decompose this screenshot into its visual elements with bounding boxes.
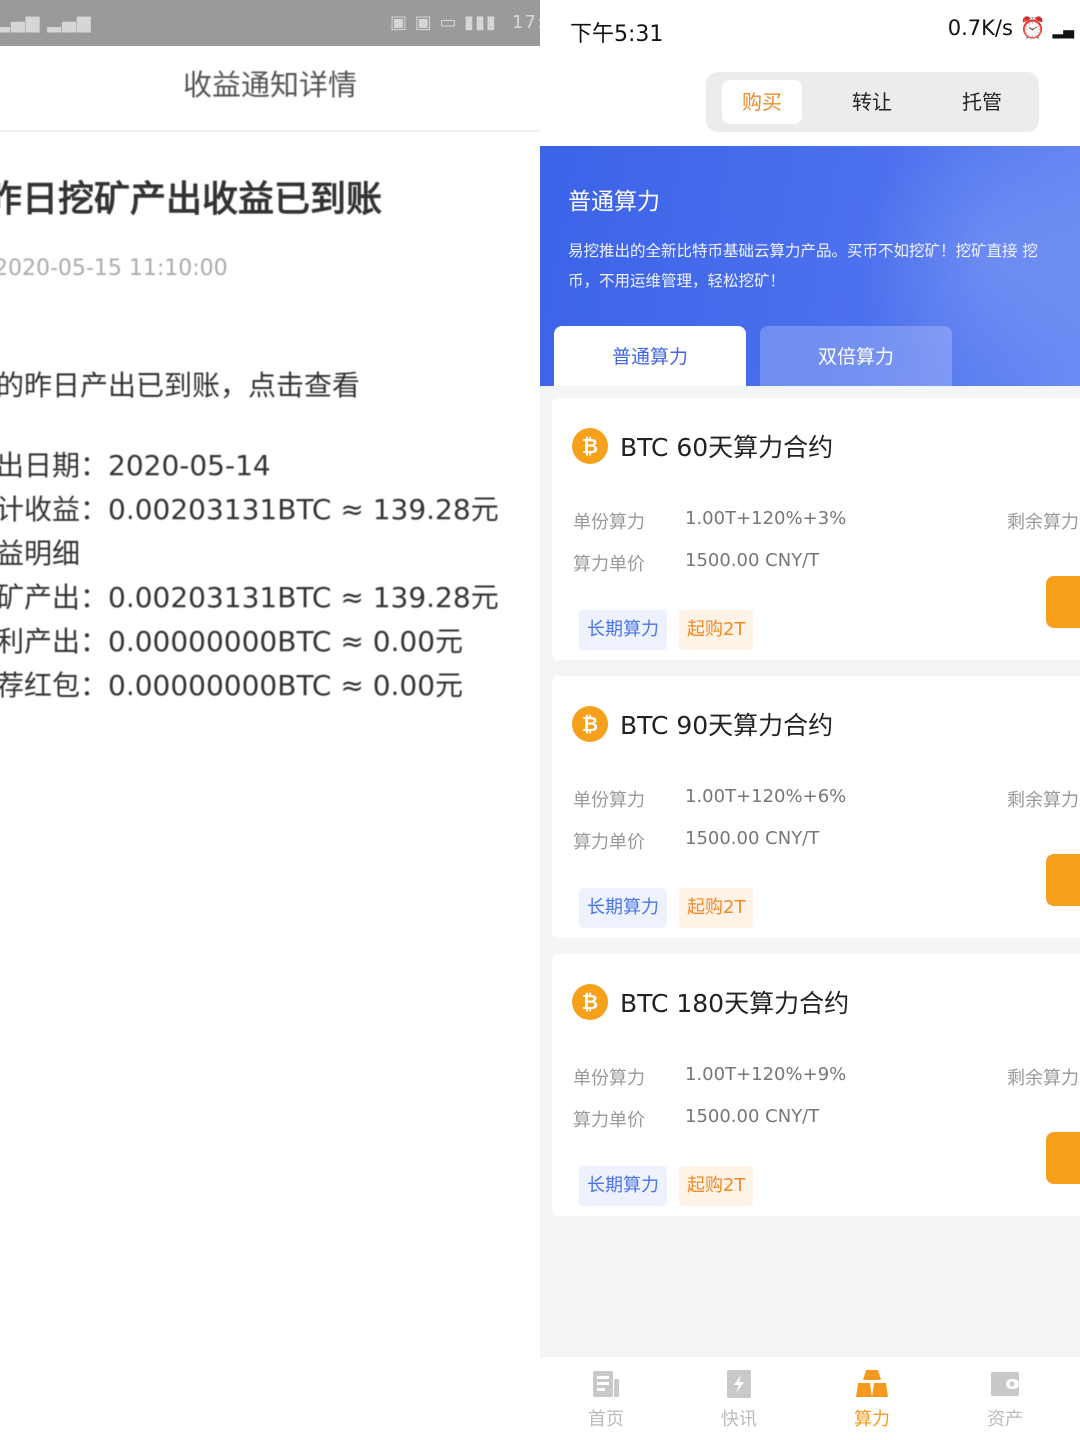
tag-min-purchase: 起购2T xyxy=(679,610,754,650)
remaining-label: 剩余算力 xyxy=(1007,1068,1079,1089)
remaining-label: 剩余算力 xyxy=(1007,790,1079,811)
price-value: 1500.00 CNY/T xyxy=(685,550,820,571)
tab-double-hashrate[interactable]: 双倍算力 xyxy=(760,326,952,386)
banner-desc-line: 易挖推出的全新比特币基础云算力产品。买币不如挖矿！挖矿直接 挖 xyxy=(568,242,1038,260)
segment-custody[interactable]: 托管 xyxy=(942,80,1022,124)
detail-line: 荐红包：0.00000000BTC ≈ 0.00元 xyxy=(0,669,464,702)
tab-hashrate[interactable]: 算力 xyxy=(832,1367,912,1431)
divider xyxy=(0,130,540,132)
bitcoin-icon: ₿ xyxy=(572,984,608,1020)
segment-control: 购买 转让 托管 xyxy=(706,72,1039,132)
tab-normal-hashrate[interactable]: 普通算力 xyxy=(554,326,746,386)
bottom-tab-bar: 首页 快讯 算力 资产 xyxy=(540,1356,1080,1440)
contract-card[interactable]: ₿ BTC 60天算力合约 单份算力 1.00T+120%+3% 剩余算力 算力… xyxy=(552,398,1080,660)
tag-long-term: 长期算力 xyxy=(579,888,667,928)
status-indicators: 0.7K/s ⏰ ▂▄ xyxy=(948,16,1074,41)
segment-buy[interactable]: 购买 xyxy=(722,80,802,124)
tab-label: 算力 xyxy=(854,1409,890,1430)
tab-label: 资产 xyxy=(987,1409,1023,1430)
tab-label: 首页 xyxy=(588,1409,624,1430)
status-time: 17: xyxy=(512,12,540,33)
network-speed: 0.7K/s xyxy=(947,16,1013,40)
tag-long-term: 长期算力 xyxy=(579,610,667,650)
banner-description: 易挖推出的全新比特币基础云算力产品。买币不如挖矿！挖矿直接 挖 币，不用运维管理… xyxy=(568,236,1080,296)
price-label: 算力单价 xyxy=(573,554,645,575)
tab-assets[interactable]: 资产 xyxy=(965,1367,1045,1431)
tab-home[interactable]: 首页 xyxy=(566,1367,646,1431)
detail-line: 益明细 xyxy=(0,537,81,570)
hashrate-market-screen: 下午5:31 0.7K/s ⏰ ▂▄ 购买 转让 托管 普通算力 易挖推出的全新… xyxy=(540,0,1080,1440)
detail-line: 利产出：0.00000000BTC ≈ 0.00元 xyxy=(0,625,464,658)
price-label: 算力单价 xyxy=(573,832,645,853)
remaining-label: 剩余算力 xyxy=(1007,512,1079,533)
bitcoin-icon: ₿ xyxy=(572,428,608,464)
unit-hashrate-label: 单份算力 xyxy=(573,512,645,533)
price-value: 1500.00 CNY/T xyxy=(685,828,820,849)
detail-line: 出日期：2020-05-14 xyxy=(0,449,271,482)
unit-hashrate-label: 单份算力 xyxy=(573,790,645,811)
signal-icon: ▂▄ xyxy=(1052,23,1074,39)
detail-line: 计收益：0.00203131BTC ≈ 139.28元 xyxy=(0,493,499,526)
tag-min-purchase: 起购2T xyxy=(679,888,754,928)
tag-min-purchase: 起购2T xyxy=(679,1166,754,1206)
contract-title: BTC 90天算力合约 xyxy=(620,711,834,740)
page-title: 收益通知详情 xyxy=(182,68,357,102)
banner-title: 普通算力 xyxy=(568,189,660,215)
status-time: 下午5:31 xyxy=(570,22,664,47)
signal-icon: ▂▄▆ ▂▄▆ xyxy=(0,12,92,33)
contract-title: BTC 180天算力合约 xyxy=(620,989,850,1018)
segment-transfer[interactable]: 转让 xyxy=(832,80,912,124)
unit-hashrate-label: 单份算力 xyxy=(573,1068,645,1089)
income-notification-screen: ▂▄▆ ▂▄▆ ▣ ▣ ▭ ▮▮▮ 17: 收益通知详情 昨日挖矿产出收益已到账… xyxy=(0,0,540,1440)
product-banner: 普通算力 易挖推出的全新比特币基础云算力产品。买币不如挖矿！挖矿直接 挖 币，不… xyxy=(540,146,1080,386)
price-value: 1500.00 CNY/T xyxy=(685,1106,820,1127)
message-time: 2020-05-15 11:10:00 xyxy=(0,256,228,281)
unit-hashrate-value: 1.00T+120%+6% xyxy=(685,786,847,807)
buy-button[interactable] xyxy=(1046,1132,1080,1184)
message-summary[interactable]: 的昨日产出已到账，点击查看 xyxy=(0,364,360,404)
tab-label: 快讯 xyxy=(721,1409,757,1430)
buy-button[interactable] xyxy=(1046,576,1080,628)
news-icon xyxy=(727,1370,751,1398)
hashrate-icon xyxy=(856,1370,888,1397)
status-bar: 下午5:31 0.7K/s ⏰ ▂▄ xyxy=(540,0,1080,60)
alarm-icon: ⏰ xyxy=(1019,16,1046,40)
tab-news[interactable]: 快讯 xyxy=(699,1367,779,1431)
wallet-icon xyxy=(991,1372,1019,1396)
status-bar: ▂▄▆ ▂▄▆ ▣ ▣ ▭ ▮▮▮ 17: xyxy=(0,0,540,46)
contract-card[interactable]: ₿ BTC 180天算力合约 单份算力 1.00T+120%+9% 剩余算力 算… xyxy=(552,954,1080,1216)
bitcoin-icon: ₿ xyxy=(572,706,608,742)
tag-long-term: 长期算力 xyxy=(579,1166,667,1206)
battery-icon: ▣ ▣ ▭ ▮▮▮ xyxy=(390,12,497,33)
message-title: 昨日挖矿产出收益已到账 xyxy=(0,179,383,220)
detail-line: 矿产出：0.00203131BTC ≈ 139.28元 xyxy=(0,581,499,614)
price-label: 算力单价 xyxy=(573,1110,645,1131)
unit-hashrate-value: 1.00T+120%+3% xyxy=(685,508,847,529)
banner-desc-line: 币，不用运维管理，轻松挖矿！ xyxy=(568,272,786,290)
contract-card[interactable]: ₿ BTC 90天算力合约 单份算力 1.00T+120%+6% 剩余算力 算力… xyxy=(552,676,1080,938)
top-bar: 购买 转让 托管 xyxy=(540,60,1080,146)
buy-button[interactable] xyxy=(1046,854,1080,906)
home-icon xyxy=(593,1371,619,1397)
contract-title: BTC 60天算力合约 xyxy=(620,433,834,462)
unit-hashrate-value: 1.00T+120%+9% xyxy=(685,1064,847,1085)
